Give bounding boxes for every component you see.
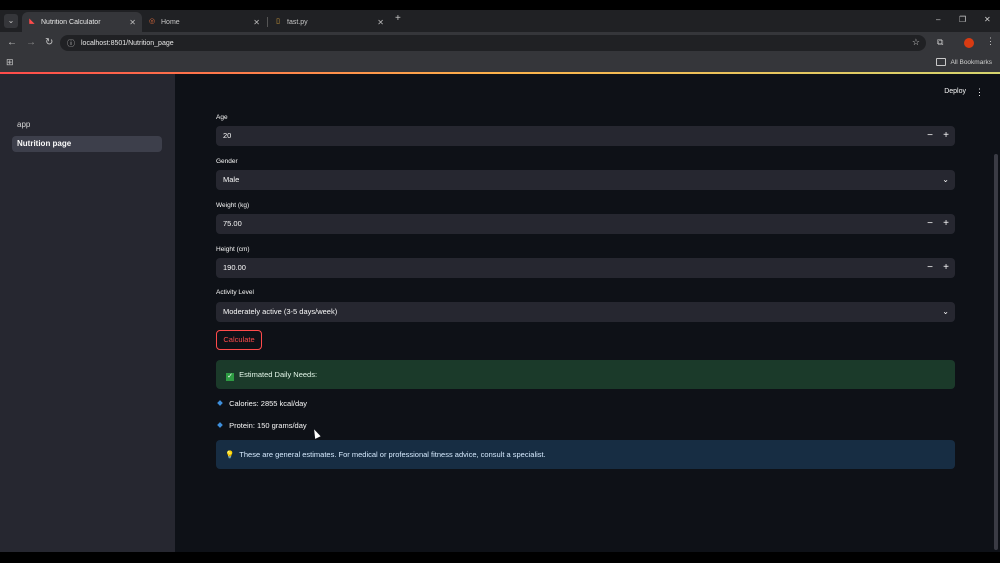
activity-level-select[interactable]: Moderately active (3-5 days/week) ⌄ [216,302,955,322]
age-input[interactable]: 20 − + [216,126,955,146]
increment-button[interactable]: + [938,258,954,278]
url-text: localhost:8501/Nutrition_page [81,39,174,47]
browser-toolbar: ← → ↻ ⓘ localhost:8501/Nutrition_page ☆ … [0,32,1000,54]
streamlit-favicon-icon: ◣ [29,18,35,25]
tab-label: Nutrition Calculator [41,18,101,26]
browser-tab-strip: ⌄ ◣ Nutrition Calculator ✕ ◎ Home ✕ ▯ fa… [0,10,1000,32]
site-info-icon[interactable]: ⓘ [67,38,75,49]
new-tab-button[interactable]: + [395,13,401,24]
weight-label: Weight (kg) [216,202,250,209]
chevron-down-icon: ⌄ [942,175,949,184]
increment-button[interactable]: + [938,126,954,146]
age-label: Age [216,114,228,121]
tab-home[interactable]: ◎ Home ✕ [142,12,266,32]
tab-label: Home [161,18,180,26]
lightbulb-icon: 💡 [225,450,235,459]
diamond-icon [217,422,223,428]
calories-result: Calories: 2855 kcal/day [217,399,308,408]
diamond-icon [217,400,223,406]
apps-grid-icon[interactable]: ⊞ [6,57,14,68]
sidebar: app Nutrition page [0,74,175,552]
restore-button[interactable]: ❐ [959,15,966,24]
file-favicon-icon: ▯ [276,18,280,25]
screen-frame-bottom [0,552,1000,563]
deploy-button[interactable]: Deploy [944,88,966,95]
info-alert: 💡 These are general estimates. For medic… [216,440,955,469]
bookmark-star-icon[interactable]: ☆ [912,37,920,48]
bookmarks-bar: ⊞ All Bookmarks [0,54,1000,72]
tab-search-icon[interactable]: ⌄ [4,14,18,28]
decrement-button[interactable]: − [922,126,938,146]
height-value: 190.00 [223,263,246,272]
close-tab-icon[interactable]: ✕ [253,18,260,27]
address-bar[interactable]: ⓘ localhost:8501/Nutrition_page ☆ [60,35,926,51]
forward-icon[interactable]: → [26,37,36,49]
tab-fast-py[interactable]: ▯ fast.py ✕ [268,12,390,32]
extensions-icon[interactable]: ⧉ [937,37,943,48]
sidebar-item-label: app [17,120,31,129]
gender-select[interactable]: Male ⌄ [216,170,955,190]
success-alert: ✓ Estimated Daily Needs: [216,360,955,389]
protein-result: Protein: 150 grams/day [217,421,307,430]
decrement-button[interactable]: − [922,258,938,278]
height-input[interactable]: 190.00 − + [216,258,955,278]
height-label: Height (cm) [216,246,250,253]
decrement-button[interactable]: − [922,214,938,234]
close-tab-icon[interactable]: ✕ [377,18,384,27]
calculate-button[interactable]: Calculate [216,330,262,350]
calories-text: Calories: 2855 kcal/day [229,399,308,408]
weight-input[interactable]: 75.00 − + [216,214,955,234]
chevron-down-icon: ⌄ [942,307,949,316]
home-favicon-icon: ◎ [148,18,156,25]
tab-nutrition-calculator[interactable]: ◣ Nutrition Calculator ✕ [22,12,142,32]
gender-value: Male [223,175,240,184]
folder-icon [936,58,947,66]
close-window-button[interactable]: ✕ [984,15,991,24]
all-bookmarks-label: All Bookmarks [950,58,992,66]
scrollbar[interactable] [994,154,998,550]
activity-level-value: Moderately active (3-5 days/week) [223,307,338,316]
increment-button[interactable]: + [938,214,954,234]
minimize-button[interactable]: – [936,15,940,24]
close-tab-icon[interactable]: ✕ [129,18,136,27]
all-bookmarks-button[interactable]: All Bookmarks [936,58,992,66]
app-menu-icon[interactable]: ⋮ [975,87,984,98]
weight-value: 75.00 [223,219,242,228]
sidebar-item-nutrition-page[interactable]: Nutrition page [12,136,162,152]
check-icon: ✓ [226,373,234,381]
reload-icon[interactable]: ↻ [45,37,53,49]
age-value: 20 [223,131,232,140]
activity-level-label: Activity Level [216,289,254,296]
tab-label: fast.py [287,18,308,26]
browser-menu-icon[interactable]: ⋮ [986,36,995,47]
gender-label: Gender [216,158,238,165]
main-content: Deploy ⋮ Age 20 − + Gender Male ⌄ Weight… [175,74,1000,552]
info-text: These are general estimates. For medical… [239,450,546,459]
back-icon[interactable]: ← [7,37,17,49]
protein-text: Protein: 150 grams/day [229,421,307,430]
sidebar-item-label: Nutrition page [17,139,72,148]
sidebar-item-app[interactable]: app [12,117,162,133]
profile-avatar[interactable] [964,38,974,48]
screen-frame-top [0,0,1000,10]
success-text: Estimated Daily Needs: [239,370,318,379]
